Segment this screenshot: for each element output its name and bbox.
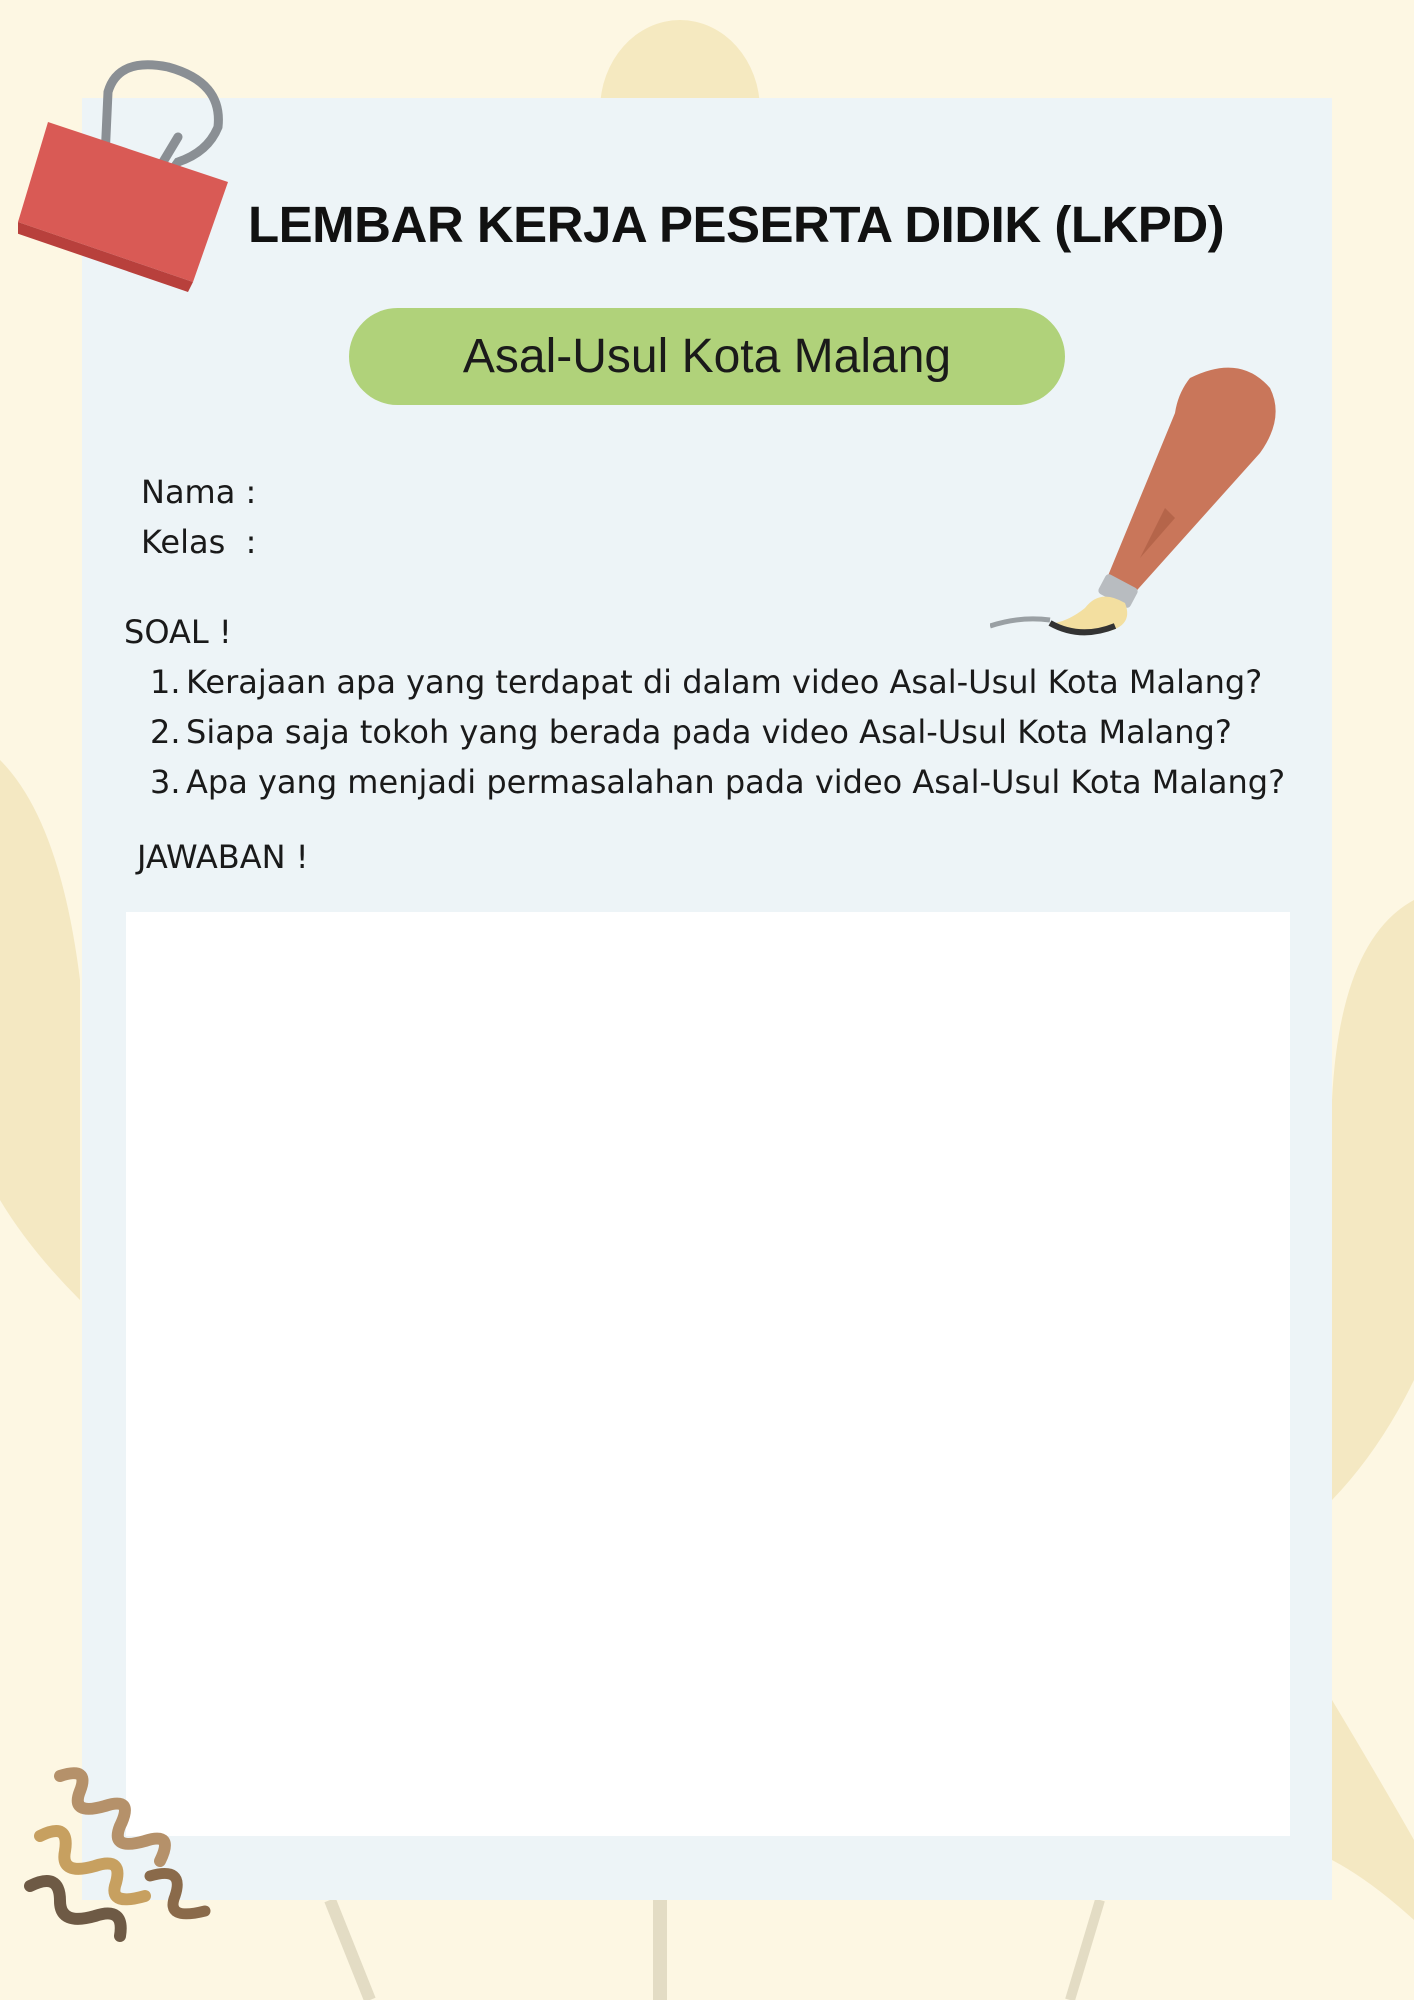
question-text: Kerajaan apa yang terdapat di dalam vide… (186, 663, 1263, 701)
question-number: 1. (150, 663, 181, 701)
binder-clip-icon (18, 60, 228, 292)
question-item: 2. Siapa saja tokoh yang berada pada vide… (150, 713, 1232, 751)
name-field-label: Nama : (141, 473, 257, 511)
question-text: Siapa saja tokoh yang berada pada video … (186, 713, 1232, 751)
answers-heading: JAWABAN ! (137, 838, 309, 876)
questions-heading: SOAL ! (124, 613, 232, 651)
class-field-label: Kelas : (141, 523, 257, 561)
answer-area[interactable] (126, 912, 1290, 1836)
page-title: LEMBAR KERJA PESERTA DIDIK (LKPD) (248, 196, 1225, 253)
question-number: 3. (150, 763, 181, 801)
question-number: 2. (150, 713, 181, 751)
question-text: Apa yang menjadi permasalahan pada video… (186, 763, 1286, 801)
squiggle-decoration-icon (24, 1767, 211, 1942)
topic-pill: Asal-Usul Kota Malang (349, 308, 1065, 405)
topic-label: Asal-Usul Kota Malang (462, 330, 952, 383)
paintbrush-icon (990, 367, 1276, 636)
question-item: 1. Kerajaan apa yang terdapat di dalam vi… (150, 663, 1262, 701)
question-item: 3. Apa yang menjadi permasalahan pada vid… (150, 763, 1285, 801)
